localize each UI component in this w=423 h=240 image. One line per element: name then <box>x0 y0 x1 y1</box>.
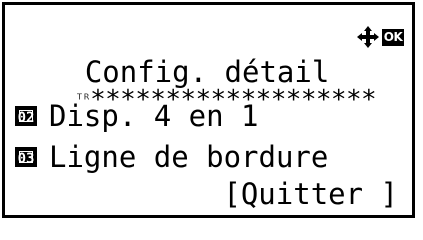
menu-item-number: 03 <box>15 147 37 167</box>
menu-item-label: Disp. 4 en 1 <box>49 99 259 133</box>
four-way-arrow-icon <box>357 26 379 48</box>
ok-button-icon[interactable]: OK <box>382 28 404 46</box>
menu-item-ligne-de-bordure[interactable]: 03 Ligne de bordure <box>15 140 328 174</box>
lcd-screen: Config. détail OK ᵀᴿ******************* … <box>2 2 415 218</box>
menu-item-label: Ligne de bordure <box>49 140 329 174</box>
menu-item-number: 02 <box>15 106 37 126</box>
menu-item-disp-4-en-1[interactable]: 02 Disp. 4 en 1 <box>15 99 259 133</box>
quit-button[interactable]: [Quitter ] <box>223 177 398 211</box>
nav-controls: OK <box>356 25 404 49</box>
